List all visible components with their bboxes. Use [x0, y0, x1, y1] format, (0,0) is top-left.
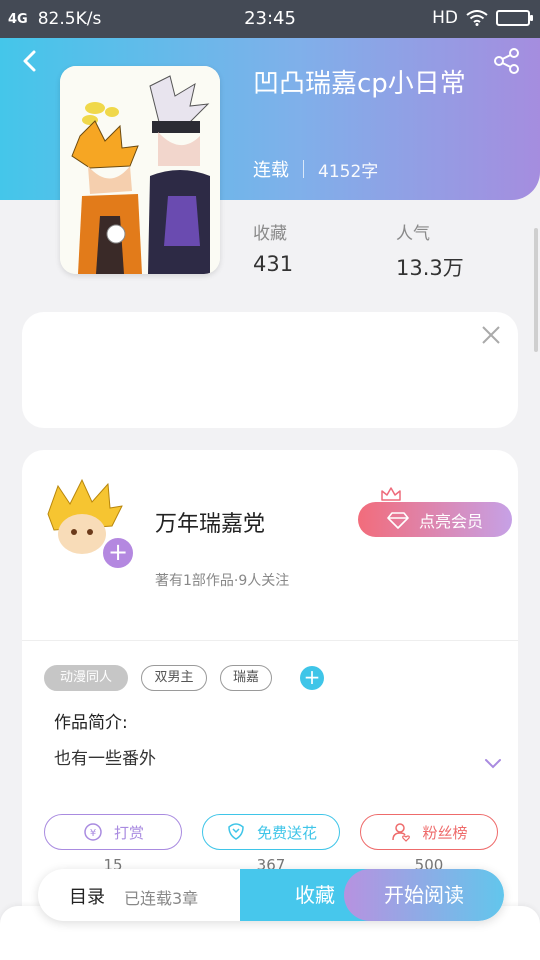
popularity-value: 13.3万 [396, 256, 464, 280]
send-flower-button[interactable]: 免费送花 [202, 814, 340, 850]
flower-icon [228, 823, 244, 840]
meta-divider [303, 160, 304, 178]
crown-icon [381, 487, 401, 501]
diamond-icon [387, 511, 409, 529]
fan-ranking-button[interactable]: 粉丝榜 [360, 814, 498, 850]
book-title: 凹凸瑞嘉cp小日常 [253, 69, 466, 99]
reward-button[interactable]: ¥ 打赏 [44, 814, 182, 850]
close-icon[interactable] [480, 324, 502, 346]
favorites-label: 收藏 [253, 224, 287, 244]
coin-icon: ¥ [84, 823, 102, 841]
popularity-label: 人气 [396, 224, 430, 244]
fan-ranking-label: 粉丝榜 [422, 823, 468, 842]
vip-label: 点亮会员 [418, 511, 483, 531]
ad-banner[interactable] [22, 312, 518, 428]
tag-item[interactable]: 双男主 [141, 665, 207, 691]
book-meta: 连载 4152字 [253, 156, 378, 182]
back-arrow-icon[interactable] [16, 46, 46, 76]
bottom-action-bar: 目录 已连载3章 收藏 开始阅读 [38, 869, 504, 921]
chapter-count[interactable]: 已连载3章 [124, 885, 198, 909]
svg-text:¥: ¥ [90, 828, 96, 839]
send-flower-label: 免费送花 [256, 823, 317, 842]
fan-user-icon [392, 823, 411, 842]
wifi-icon [466, 10, 488, 26]
section-divider [22, 640, 518, 641]
vip-button[interactable]: 点亮会员 [358, 502, 512, 537]
follow-author-button[interactable]: + [101, 536, 135, 570]
word-count: 4152字 [318, 161, 379, 182]
table-of-contents-button[interactable]: 目录 [69, 883, 105, 909]
intro-label: 作品简介: [54, 713, 128, 733]
reward-label: 打赏 [113, 823, 144, 842]
tag-category[interactable]: 动漫同人 [44, 665, 128, 691]
author-summary: 著有1部作品·9人关注 [155, 573, 290, 589]
cover-illustration [60, 66, 220, 274]
author-name[interactable]: 万年瑞嘉党 [155, 506, 265, 538]
tag-item[interactable]: 瑞嘉 [220, 665, 272, 691]
add-tag-button[interactable]: + [300, 666, 324, 690]
share-icon[interactable] [492, 46, 522, 76]
intro-text: 也有一些番外 [54, 749, 156, 769]
favorites-value: 431 [253, 252, 294, 276]
battery-icon [496, 10, 533, 26]
chevron-down-icon[interactable] [484, 758, 502, 770]
status-bar: 4G 82.5K/s 23:45 HD [0, 0, 540, 38]
hd-indicator: HD [432, 8, 458, 28]
start-reading-button[interactable]: 开始阅读 [344, 869, 504, 921]
scroll-indicator [534, 228, 538, 352]
book-cover[interactable] [60, 66, 220, 274]
serial-status: 连载 [253, 160, 289, 181]
